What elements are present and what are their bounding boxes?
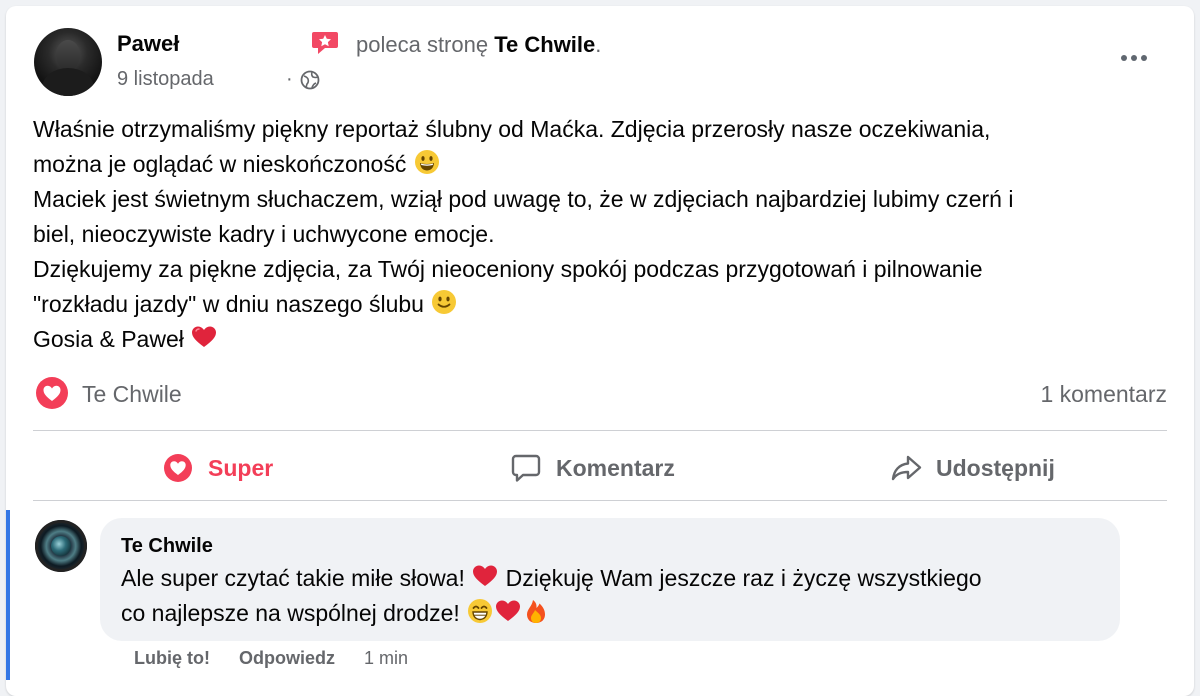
fire-emoji <box>527 600 546 623</box>
post-line: Dziękujemy za piękne zdjęcia, za Twój ni… <box>33 256 983 282</box>
recommended-page-link[interactable]: Te Chwile <box>494 32 595 57</box>
post-line: Właśnie otrzymaliśmy piękny reportaż ślu… <box>33 116 991 142</box>
post-body: Właśnie otrzymaliśmy piękny reportaż ślu… <box>33 112 1163 357</box>
reaction-summary: Te Chwile 1 komentarz <box>33 373 1167 417</box>
post-line: biel, nieoczywiste kadry i uchwycone emo… <box>33 221 495 247</box>
like-label: Super <box>208 454 274 481</box>
globe-icon[interactable] <box>300 70 320 90</box>
grinning-emoji <box>414 150 439 174</box>
comment-author[interactable]: Te Chwile <box>121 535 213 558</box>
share-button[interactable]: Udostępnij <box>890 446 1055 490</box>
heart-emoji <box>473 565 498 586</box>
divider <box>33 500 1167 501</box>
post-line: Maciek jest świetnym słuchaczem, wziął p… <box>33 186 1014 212</box>
heart-reaction-icon[interactable] <box>36 377 68 409</box>
comment-button[interactable]: Komentarz <box>510 446 675 490</box>
comment-icon <box>511 454 541 482</box>
author-avatar[interactable] <box>34 28 102 96</box>
heart-emoji <box>192 326 217 347</box>
divider <box>33 430 1167 431</box>
comment-text: Ale super czytać takie miłe słowa! Dzięk… <box>121 561 1101 631</box>
author-name[interactable]: Paweł <box>117 31 179 57</box>
comment-timestamp[interactable]: 1 min <box>364 648 408 669</box>
recommendation-text: poleca stronę Te Chwile. <box>356 32 601 58</box>
heart-reaction-icon <box>164 454 192 482</box>
post-line: "rozkładu jazdy" w dniu naszego ślubu <box>33 287 1163 322</box>
like-button[interactable]: Super <box>162 446 273 490</box>
beaming-emoji <box>468 599 493 623</box>
share-icon <box>891 455 922 481</box>
post-date[interactable]: 9 listopada <box>117 68 214 91</box>
share-label: Udostępnij <box>936 454 1055 481</box>
comment-count[interactable]: 1 komentarz <box>1040 381 1167 408</box>
slightly-smiling-emoji <box>432 290 457 314</box>
reaction-names[interactable]: Te Chwile <box>82 381 182 408</box>
recommendation-prefix: poleca stronę <box>356 32 489 57</box>
comment-label: Komentarz <box>556 454 675 481</box>
post-line: można je oglądać w nieskończoność <box>33 147 1163 182</box>
comment-bubble: Te Chwile Ale super czytać takie miłe sł… <box>100 518 1120 641</box>
date-separator: · <box>286 68 293 90</box>
comment-like-link[interactable]: Lubię to! <box>134 648 210 669</box>
star-badge-icon <box>312 32 338 54</box>
recommendation-suffix: . <box>595 32 602 57</box>
post-line: Gosia & Paweł <box>33 322 1163 357</box>
commenter-avatar[interactable] <box>35 520 87 572</box>
comment-reply-link[interactable]: Odpowiedz <box>239 648 335 669</box>
more-options-icon[interactable] <box>1116 48 1152 68</box>
comment-actions: Lubię to! Odpowiedz 1 min <box>134 648 408 669</box>
comment-thread-indicator <box>6 510 10 680</box>
heart-emoji <box>496 600 521 621</box>
